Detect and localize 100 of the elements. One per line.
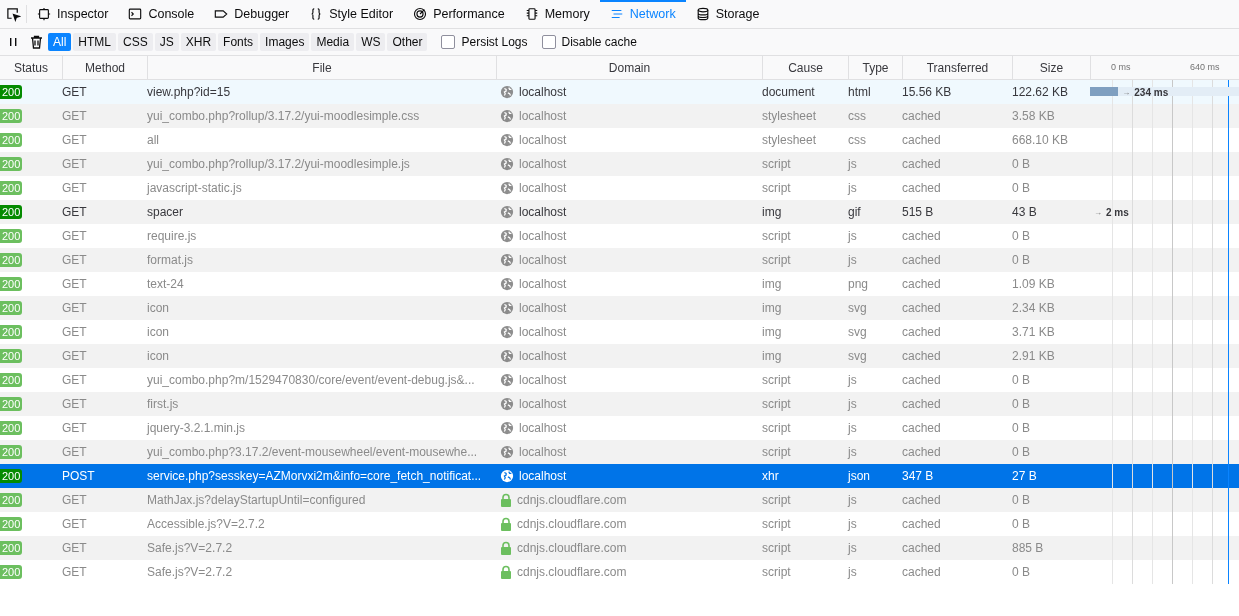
table-cell-text: gif (848, 205, 862, 219)
status-badge: 200 (0, 229, 23, 243)
table-cell-text: js (848, 541, 858, 555)
column-header[interactable]: Cause (762, 56, 848, 79)
request-row[interactable]: 200 GET view.php?id=15 localhost document html 15.56 KB 122.62 KB → 234 ms (0, 80, 1239, 104)
column-header[interactable]: Method (62, 56, 147, 79)
table-cell: localhost (519, 85, 567, 99)
table-cell: cdnjs.cloudflare.com (517, 493, 627, 507)
table-cell-text: text-24 (147, 277, 185, 291)
devtools-tab[interactable]: Performance (403, 0, 515, 28)
filter-button[interactable]: WS (356, 33, 386, 51)
devtools-tab[interactable]: Memory (514, 0, 600, 28)
table-cell-text: javascript-static.js (147, 181, 243, 195)
status-badge: 200 (0, 565, 23, 579)
gauge-icon (413, 7, 428, 21)
filter-button[interactable]: All (48, 33, 72, 51)
table-cell-text: jquery-3.2.1.min.js (147, 421, 247, 435)
filter-button[interactable]: Other (387, 33, 428, 51)
table-cell-text: 2.91 KB (1012, 349, 1056, 363)
table-cell-text: 515 B (902, 205, 935, 219)
table-cell-text: script (762, 541, 792, 555)
table-cell-text: 347 B (902, 469, 935, 483)
table-cell-text: 0 B (1012, 253, 1031, 267)
table-cell: localhost (519, 229, 567, 243)
request-row[interactable]: 200 POST service.php?sesskey=AZMorvxi2m&info=core_fetch_notificat... localhost xhr json 347 B 27 B (0, 464, 1239, 488)
filter-button[interactable]: JS (154, 33, 179, 51)
table-cell-text: spacer (147, 205, 185, 219)
table-cell-text: xhr (762, 469, 780, 483)
table-cell-text: js (848, 493, 858, 507)
table-cell-text: cached (902, 109, 942, 123)
table-cell-text: 0 B (1012, 421, 1031, 435)
table-cell-text: GET (62, 181, 88, 195)
devtools-tab[interactable]: Debugger (204, 0, 300, 28)
column-header[interactable]: Size (1012, 56, 1090, 79)
table-cell-text: cached (902, 325, 942, 339)
status-badge: 200 (0, 373, 23, 387)
table-cell-text: cached (902, 517, 942, 531)
table-cell-text: 43 B (1012, 205, 1038, 219)
console-icon (128, 7, 143, 21)
database-icon (695, 7, 710, 21)
table-cell-text: GET (62, 301, 88, 315)
table-cell: localhost (519, 181, 567, 195)
column-header[interactable]: Transferred (902, 56, 1012, 79)
table-cell: localhost (519, 421, 567, 435)
table-cell-text: 122.62 KB (1012, 85, 1070, 99)
table-cell-text: html (848, 85, 872, 99)
tag-icon (214, 7, 229, 21)
status-badge: 200 (0, 445, 23, 459)
status-badge: 200 (0, 133, 23, 147)
table-cell-text: GET (62, 253, 88, 267)
devtools-tab[interactable]: Style Editor (299, 0, 404, 28)
timing-label: 234 ms (1134, 86, 1169, 98)
filter-button[interactable]: Images (260, 33, 310, 51)
column-header[interactable]: File (147, 56, 496, 79)
table-cell-text: img (762, 301, 783, 315)
table-cell-text: svg (848, 349, 868, 363)
filter-button[interactable]: Fonts (218, 33, 259, 51)
table-cell-text: document (762, 85, 816, 99)
request-row[interactable]: 200 GET spacer localhost img gif 515 B 43 B → 2 ms (0, 200, 1239, 224)
devtools-tab[interactable]: Storage (685, 0, 770, 28)
table-cell-text: format.js (147, 253, 194, 267)
table-cell-text: script (762, 493, 792, 507)
column-header[interactable]: Status (0, 56, 62, 79)
checkbox[interactable] (541, 35, 556, 49)
table-cell-text: cached (902, 253, 942, 267)
table-cell-text: json (848, 469, 871, 483)
filter-button[interactable]: HTML (73, 33, 116, 51)
devtools-tab[interactable]: Inspector (27, 0, 119, 28)
table-cell-text: script (762, 181, 792, 195)
column-header[interactable]: Type (848, 56, 902, 79)
table-cell: localhost (519, 157, 567, 171)
devtools-tab[interactable]: Console (118, 0, 205, 28)
table-cell: cdnjs.cloudflare.com (517, 517, 627, 531)
column-header[interactable]: Domain (496, 56, 762, 79)
table-cell-text: css (848, 109, 867, 123)
status-badge: 200 (0, 469, 23, 483)
table-cell-text: Safe.js?V=2.7.2 (147, 541, 234, 555)
table-cell-text: img (762, 205, 783, 219)
table-cell-text: GET (62, 541, 88, 555)
filter-button[interactable]: CSS (118, 33, 153, 51)
arrow-glyph: → (1094, 207, 1102, 217)
filter-button[interactable]: Media (311, 33, 355, 51)
table-cell-text: cached (902, 349, 942, 363)
table-cell-text: cached (902, 397, 942, 411)
table-cell: localhost (519, 253, 567, 267)
filter-button[interactable]: XHR (180, 33, 217, 51)
table-cell: localhost (519, 133, 567, 147)
table-cell-text: cached (902, 421, 942, 435)
table-cell-text: script (762, 517, 792, 531)
table-cell-text: cached (902, 565, 942, 579)
table-cell-text: GET (62, 229, 88, 243)
devtools-tab[interactable]: Network (599, 0, 686, 28)
status-badge: 200 (0, 181, 23, 195)
timing-label: 2 ms (1106, 206, 1129, 218)
checkbox[interactable] (441, 35, 456, 49)
table-cell-text: js (848, 181, 858, 195)
table-cell-text: all (147, 133, 160, 147)
table-cell-text: img (762, 349, 783, 363)
table-cell-text: view.php?id=15 (147, 85, 232, 99)
table-cell-text: yui_combo.php?rollup/3.17.2/yui-moodlesimple.css (147, 109, 421, 123)
